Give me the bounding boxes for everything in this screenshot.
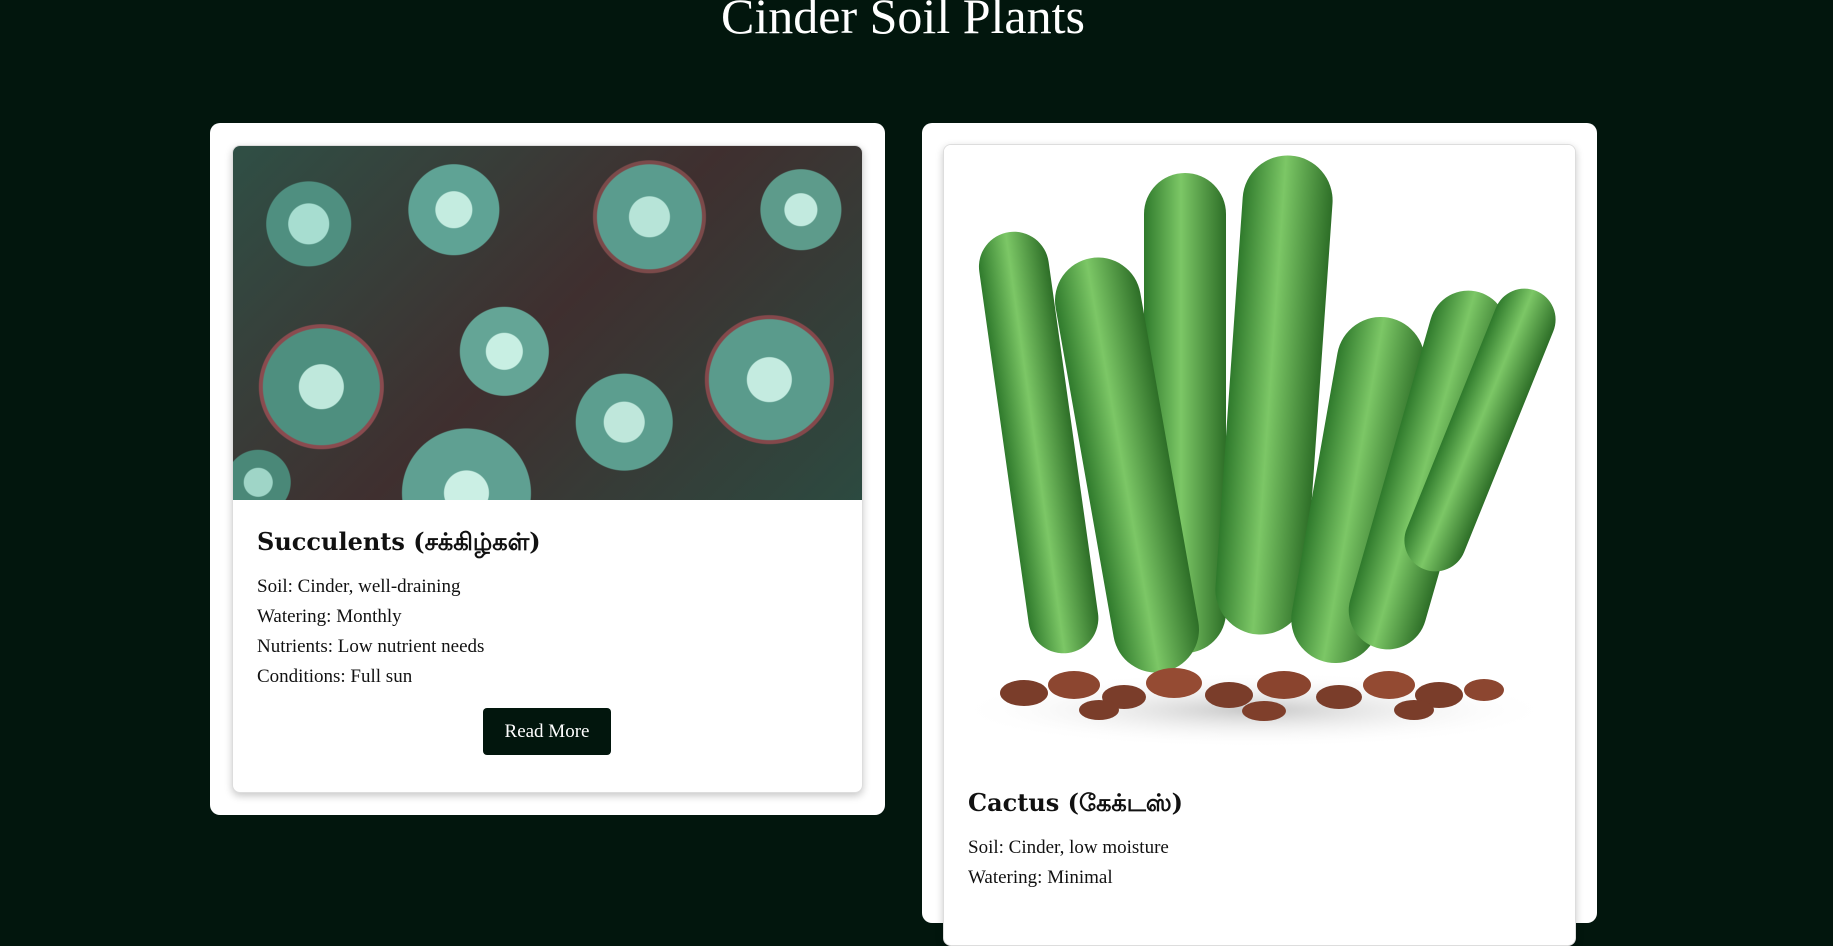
card-title: Succulents (சக்கிழ்கள்): [257, 527, 541, 556]
soil-detail: Soil: Cinder, low moisture: [968, 837, 1169, 858]
cactus-illustration: [954, 155, 1556, 748]
card-body: Cactus (கேக்டஸ்) Soil: Cinder, low moist…: [968, 787, 1183, 893]
watering-detail: Watering: Monthly: [257, 606, 402, 627]
read-more-button[interactable]: Read More: [483, 708, 611, 755]
conditions-detail: Conditions: Full sun: [257, 666, 413, 687]
card-body: Succulents (சக்கிழ்கள்) Soil: Cinder, we…: [257, 526, 541, 692]
page-title: Cinder Soil Plants: [721, 0, 1085, 44]
cactus-image: [944, 145, 1575, 755]
plant-card-succulents: Succulents (சக்கிழ்கள்) Soil: Cinder, we…: [210, 123, 885, 815]
plant-card-inner: Succulents (சக்கிழ்கள்) Soil: Cinder, we…: [232, 145, 863, 793]
succulents-image: [233, 146, 862, 500]
nutrients-detail: Nutrients: Low nutrient needs: [257, 636, 485, 657]
plant-card-inner: Cactus (கேக்டஸ்) Soil: Cinder, low moist…: [943, 144, 1576, 946]
plant-card-cactus: Cactus (கேக்டஸ்) Soil: Cinder, low moist…: [922, 123, 1597, 946]
watering-detail: Watering: Minimal: [968, 867, 1113, 888]
card-title: Cactus (கேக்டஸ்): [968, 788, 1184, 817]
soil-detail: Soil: Cinder, well-draining: [257, 576, 461, 597]
